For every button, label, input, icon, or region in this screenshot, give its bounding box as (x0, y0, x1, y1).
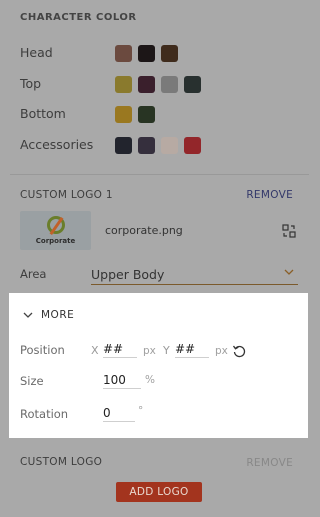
more-toggle[interactable]: MORE (23, 309, 74, 321)
color-swatch[interactable] (115, 106, 132, 123)
chevron-down-icon (23, 312, 33, 318)
color-swatch[interactable] (161, 137, 178, 154)
size-unit: % (145, 374, 155, 386)
area-label: Area (20, 267, 47, 281)
area-select-value: Upper Body (91, 267, 165, 282)
rotation-input[interactable]: 0 (103, 405, 135, 422)
color-swatch[interactable] (115, 76, 132, 93)
color-swatch[interactable] (161, 76, 178, 93)
x-axis-label: X (91, 344, 99, 357)
size-input[interactable]: 100 (103, 372, 141, 389)
rotation-unit: ° (138, 405, 144, 417)
color-swatch[interactable] (115, 137, 132, 154)
logo-thumbnail[interactable]: Corporate (20, 211, 91, 250)
x-unit: px (143, 345, 156, 357)
head-label: Head (20, 45, 53, 60)
head-swatches (115, 45, 178, 62)
accessories-label: Accessories (20, 137, 94, 152)
area-select[interactable]: Upper Body (91, 264, 298, 285)
color-swatch[interactable] (138, 76, 155, 93)
position-x-input[interactable]: ## (103, 341, 137, 358)
color-swatch[interactable] (184, 76, 201, 93)
custom-logo-title: CUSTOM LOGO (20, 456, 103, 468)
top-swatches (115, 76, 201, 93)
bottom-swatches (115, 106, 155, 123)
reset-icon[interactable] (232, 344, 246, 358)
remove-logo-1-button[interactable]: REMOVE (246, 189, 293, 201)
color-swatch[interactable] (138, 137, 155, 154)
color-swatch[interactable] (161, 45, 178, 62)
add-logo-button[interactable]: ADD LOGO (116, 482, 202, 502)
bottom-label: Bottom (20, 106, 66, 121)
color-swatch[interactable] (184, 137, 201, 154)
y-unit: px (215, 345, 228, 357)
chevron-down-icon (284, 269, 294, 275)
logo-filename: corporate.png (105, 224, 183, 237)
color-swatch[interactable] (138, 106, 155, 123)
replace-image-icon[interactable] (282, 224, 296, 238)
position-label: Position (20, 343, 65, 357)
custom-logo-1-title: CUSTOM LOGO 1 (20, 189, 113, 201)
position-y-input[interactable]: ## (175, 341, 209, 358)
accessories-swatches (115, 137, 201, 154)
remove-logo-button[interactable]: REMOVE (246, 457, 293, 469)
color-swatch[interactable] (138, 45, 155, 62)
more-title: MORE (41, 309, 75, 321)
top-label: Top (20, 76, 42, 91)
section-divider (10, 174, 309, 175)
y-axis-label: Y (163, 344, 170, 357)
customizer-panel: CHARACTER COLOR Head Top Bottom Accessor… (0, 0, 319, 517)
size-label: Size (20, 374, 44, 388)
logo-wordmark: Corporate (35, 237, 76, 245)
color-swatch[interactable] (115, 45, 132, 62)
rotation-label: Rotation (20, 407, 69, 421)
character-color-title: CHARACTER COLOR (20, 12, 137, 23)
corporate-logo-icon (47, 216, 65, 234)
more-section: MORE Position X ## px Y ## px Size 100 %… (9, 293, 308, 438)
